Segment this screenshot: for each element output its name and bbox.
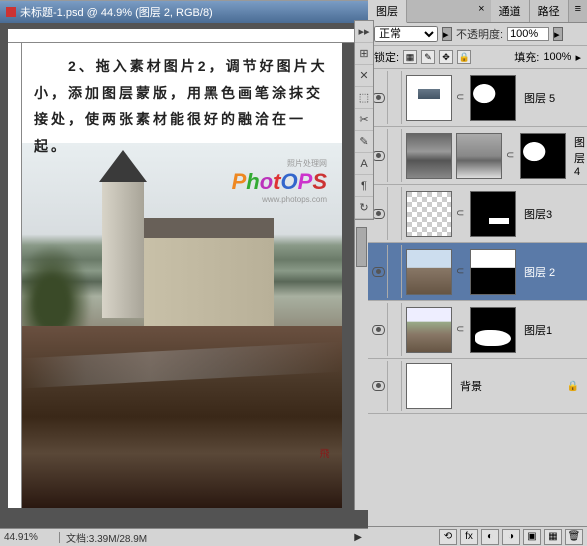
layer-name-label[interactable]: 图层 5 xyxy=(520,90,585,106)
fill-label: 填充: xyxy=(514,49,539,65)
lock-transparency-icon[interactable]: ▦ xyxy=(403,50,417,64)
layer-row[interactable]: 背景 🔒 xyxy=(368,359,587,414)
blend-mode-select[interactable]: 正常 xyxy=(374,26,438,42)
watermark-label: 照片处理网 xyxy=(232,158,327,169)
layer-mask-button[interactable]: ◐ xyxy=(481,529,499,545)
delete-layer-button[interactable]: 🗑 xyxy=(565,529,583,545)
layer-row[interactable]: ⊂ 图层 5 xyxy=(368,69,587,127)
layer-mask-thumbnail[interactable] xyxy=(470,249,516,295)
vertical-toolbar: ▸▸ ⊞ ✕ ⬚ ✂ ✎ A ¶ ↻ xyxy=(354,20,374,220)
lock-position-icon[interactable]: ✥ xyxy=(439,50,453,64)
ruler-vertical[interactable] xyxy=(8,43,22,508)
layer-name-label[interactable]: 图层3 xyxy=(520,206,585,222)
link-column[interactable] xyxy=(388,245,402,298)
layer-row[interactable]: ⊂ 图层 2 xyxy=(368,243,587,301)
layers-panel: 图层 × 通道 路径 ≡ 正常 ▸ 不透明度: 100% ▸ 锁定: ▦ ✎ ✥… xyxy=(368,0,587,546)
link-column[interactable] xyxy=(388,187,402,240)
watermark: 照片处理网 PhotOPS www.photops.com xyxy=(232,158,327,204)
doc-icon xyxy=(6,7,16,17)
layer-thumbnail[interactable] xyxy=(406,307,452,353)
panel-menu-icon[interactable]: ≡ xyxy=(569,0,587,22)
tool-clone-icon[interactable]: ⬚ xyxy=(355,87,373,109)
link-column[interactable] xyxy=(388,71,402,124)
opacity-label: 不透明度: xyxy=(456,26,503,42)
link-column[interactable] xyxy=(388,303,402,356)
layer-row[interactable]: ⊂ 图层3 xyxy=(368,185,587,243)
tab-paths[interactable]: 路径 xyxy=(530,0,569,22)
layers-list: ⊂ 图层 5 ⊂ 图层4 ⊂ 图层3 ⊂ 图层 2 ⊂ 图层1 背景 🔒 xyxy=(368,69,587,526)
mask-link-icon[interactable]: ⊂ xyxy=(456,324,466,335)
tool-wand-icon[interactable]: ✕ xyxy=(355,65,373,87)
layer-name-label[interactable]: 图层1 xyxy=(520,322,585,338)
tool-scissors-icon[interactable]: ✂ xyxy=(355,109,373,131)
layer-mask-thumbnail[interactable] xyxy=(470,191,516,237)
lock-pixels-icon[interactable]: ✎ xyxy=(421,50,435,64)
layer-row[interactable]: ⊂ 图层1 xyxy=(368,301,587,359)
mask-link-icon[interactable]: ⊂ xyxy=(506,150,516,161)
layer-thumbnail[interactable] xyxy=(406,191,452,237)
tool-hash-icon[interactable]: ⊞ xyxy=(355,43,373,65)
opacity-slider-icon[interactable]: ▸ xyxy=(553,27,563,41)
panel-tabs: 图层 × 通道 路径 ≡ xyxy=(368,0,587,23)
adjustment-layer-button[interactable]: ◑ xyxy=(502,529,520,545)
tutorial-text: 2、拖入素材图片2，调节好图片大小，添加图层蒙版，用黑色画笔涂抹交接处，使两张素… xyxy=(34,53,330,159)
ruler-horizontal[interactable] xyxy=(8,29,354,43)
layer-row[interactable]: ⊂ 图层4 xyxy=(368,127,587,185)
doc-size-info: 文档:3.39M/28.9M xyxy=(60,530,348,545)
watermark-url: www.photops.com xyxy=(232,195,327,204)
status-bar: 44.91% 文档:3.39M/28.9M ▶ xyxy=(0,528,368,546)
layer-mask-thumbnail[interactable] xyxy=(520,133,566,179)
opacity-value[interactable]: 100% xyxy=(507,27,549,41)
layer-mask-thumbnail[interactable] xyxy=(470,307,516,353)
layer-thumbnail[interactable] xyxy=(406,249,452,295)
tool-eyedropper-icon[interactable]: ✎ xyxy=(355,131,373,153)
new-layer-button[interactable]: ▦ xyxy=(544,529,562,545)
layers-bottom-bar: ⟲ fx ◐ ◑ ▣ ▦ 🗑 xyxy=(368,526,587,546)
tab-close-icon[interactable]: × xyxy=(472,0,490,22)
mask-link-icon[interactable]: ⊂ xyxy=(456,92,466,103)
lock-label: 锁定: xyxy=(374,49,399,65)
layer-fx-button[interactable]: fx xyxy=(460,529,478,545)
blend-mode-row: 正常 ▸ 不透明度: 100% ▸ xyxy=(368,23,587,46)
lock-badge-icon: 🔒 xyxy=(567,381,579,392)
scrollbar-handle[interactable] xyxy=(356,227,367,267)
lock-all-icon[interactable]: 🔒 xyxy=(457,50,471,64)
fill-value[interactable]: 100% xyxy=(543,51,571,63)
document-title-bar: 未标题-1.psd @ 44.9% (图层 2, RGB/8) xyxy=(0,0,368,23)
status-play-icon[interactable]: ▶ xyxy=(348,532,368,543)
tool-refresh-icon[interactable]: ↻ xyxy=(355,197,373,219)
layer-thumbnail[interactable] xyxy=(406,133,452,179)
layer-thumbnail[interactable] xyxy=(406,75,452,121)
fill-slider-icon[interactable]: ▸ xyxy=(575,51,581,64)
layer-name-label[interactable]: 图层 2 xyxy=(520,264,585,280)
visibility-eye-icon[interactable] xyxy=(372,381,385,391)
link-column[interactable] xyxy=(388,361,402,411)
mask-link-icon[interactable]: ⊂ xyxy=(456,266,466,277)
tool-arrow-icon[interactable]: ▸▸ xyxy=(355,21,373,43)
layer-thumbnail[interactable] xyxy=(406,363,452,409)
layer-name-label[interactable]: 图层4 xyxy=(570,134,585,178)
zoom-level[interactable]: 44.91% xyxy=(0,532,60,543)
document-title: 未标题-1.psd @ 44.9% (图层 2, RGB/8) xyxy=(20,4,213,20)
tab-channels[interactable]: 通道 xyxy=(491,0,530,22)
mask-link-icon[interactable]: ⊂ xyxy=(456,208,466,219)
link-layers-button[interactable]: ⟲ xyxy=(439,529,457,545)
blend-arrow-icon[interactable]: ▸ xyxy=(442,27,452,41)
lock-row: 锁定: ▦ ✎ ✥ 🔒 填充: 100% ▸ xyxy=(368,46,587,69)
visibility-eye-icon[interactable] xyxy=(372,267,385,277)
layer-thumbnail[interactable] xyxy=(456,133,502,179)
layer-mask-thumbnail[interactable] xyxy=(470,75,516,121)
tool-paragraph-icon[interactable]: ¶ xyxy=(355,175,373,197)
visibility-eye-icon[interactable] xyxy=(372,325,385,335)
tool-type-icon[interactable]: A xyxy=(355,153,373,175)
canvas[interactable]: 2、拖入素材图片2，调节好图片大小，添加图层蒙版，用黑色画笔涂抹交接处，使两张素… xyxy=(22,43,342,508)
link-column[interactable] xyxy=(388,129,402,182)
signature-stamp: 飛 xyxy=(300,448,330,498)
layer-name-label[interactable]: 背景 xyxy=(456,378,567,394)
photops-logo: PhotOPS xyxy=(232,169,327,195)
layer-group-button[interactable]: ▣ xyxy=(523,529,541,545)
